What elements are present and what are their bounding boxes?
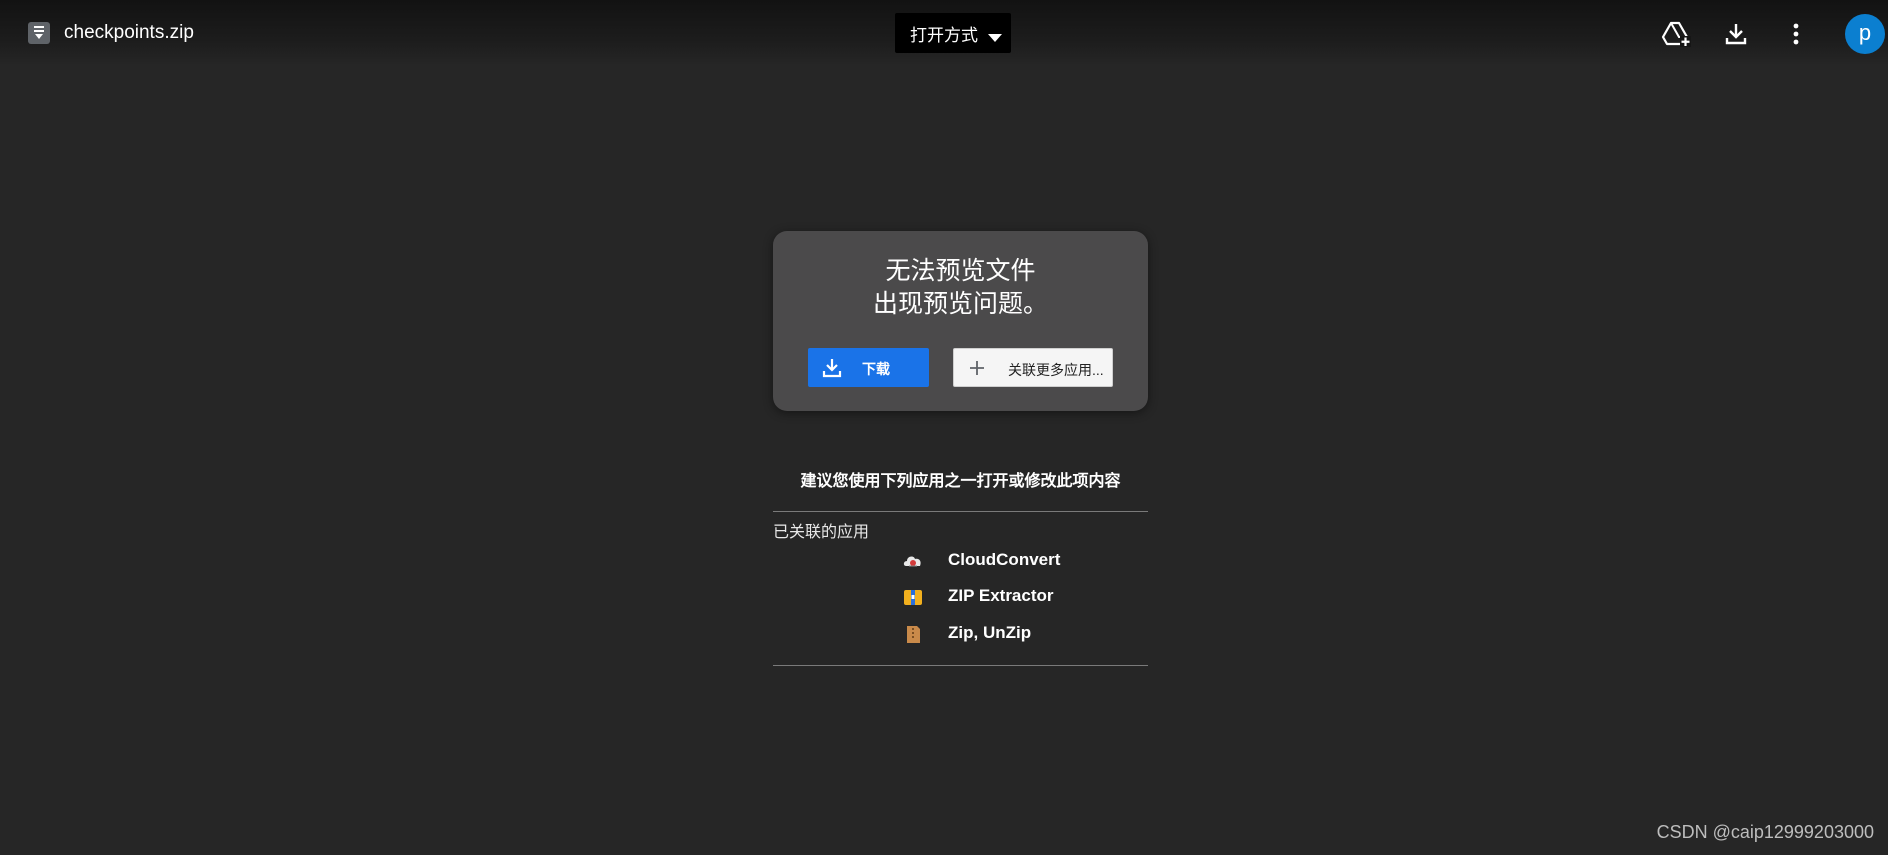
associated-apps-label: 已关联的应用	[773, 524, 870, 541]
zip-unzip-icon	[902, 624, 924, 644]
suggest-apps-text: 建议您使用下列应用之一打开或修改此项内容	[800, 473, 1121, 490]
download-button[interactable]: 下载	[808, 348, 929, 387]
top-bar: checkpoints.zip 打开方式 p	[0, 0, 1888, 66]
download-button-label: 下载	[862, 361, 890, 377]
app-name: CloudConvert	[948, 550, 1061, 569]
plus-icon	[968, 359, 986, 382]
app-item-zip-unzip[interactable]: Zip, UnZip	[902, 621, 1082, 647]
preview-error-title: 无法预览文件	[885, 257, 1036, 285]
chevron-down-icon	[988, 29, 1002, 47]
avatar[interactable]: p	[1845, 14, 1885, 54]
zip-extractor-icon	[902, 587, 924, 607]
cloudconvert-icon	[902, 551, 924, 571]
drive-file-viewer: checkpoints.zip 打开方式 p 无法预览文件 出现预览问题。 下载…	[0, 0, 1888, 855]
app-item-zip-extractor[interactable]: ZIP Extractor	[902, 584, 1082, 610]
app-item-cloudconvert[interactable]: CloudConvert	[902, 548, 1082, 574]
open-with-label: 打开方式	[910, 25, 978, 45]
divider	[773, 511, 1148, 512]
file-name: checkpoints.zip	[64, 22, 194, 43]
download-icon[interactable]	[1720, 18, 1752, 50]
open-with-button[interactable]: 打开方式	[895, 13, 1011, 53]
watermark: CSDN @caip12999203000	[1656, 822, 1874, 842]
preview-error-subtitle: 出现预览问题。	[872, 290, 1048, 318]
file-archive-icon	[28, 22, 50, 44]
download-icon	[821, 357, 843, 384]
more-vert-icon[interactable]	[1780, 18, 1812, 50]
connect-more-apps-button[interactable]: 关联更多应用...	[953, 348, 1113, 387]
divider	[773, 665, 1148, 666]
add-to-drive-icon[interactable]	[1660, 18, 1692, 50]
preview-error-card: 无法预览文件 出现预览问题。 下载 关联更多应用...	[773, 231, 1148, 411]
connect-more-apps-label: 关联更多应用...	[1008, 362, 1104, 378]
app-name: ZIP Extractor	[948, 586, 1054, 605]
app-name: Zip, UnZip	[948, 623, 1032, 642]
